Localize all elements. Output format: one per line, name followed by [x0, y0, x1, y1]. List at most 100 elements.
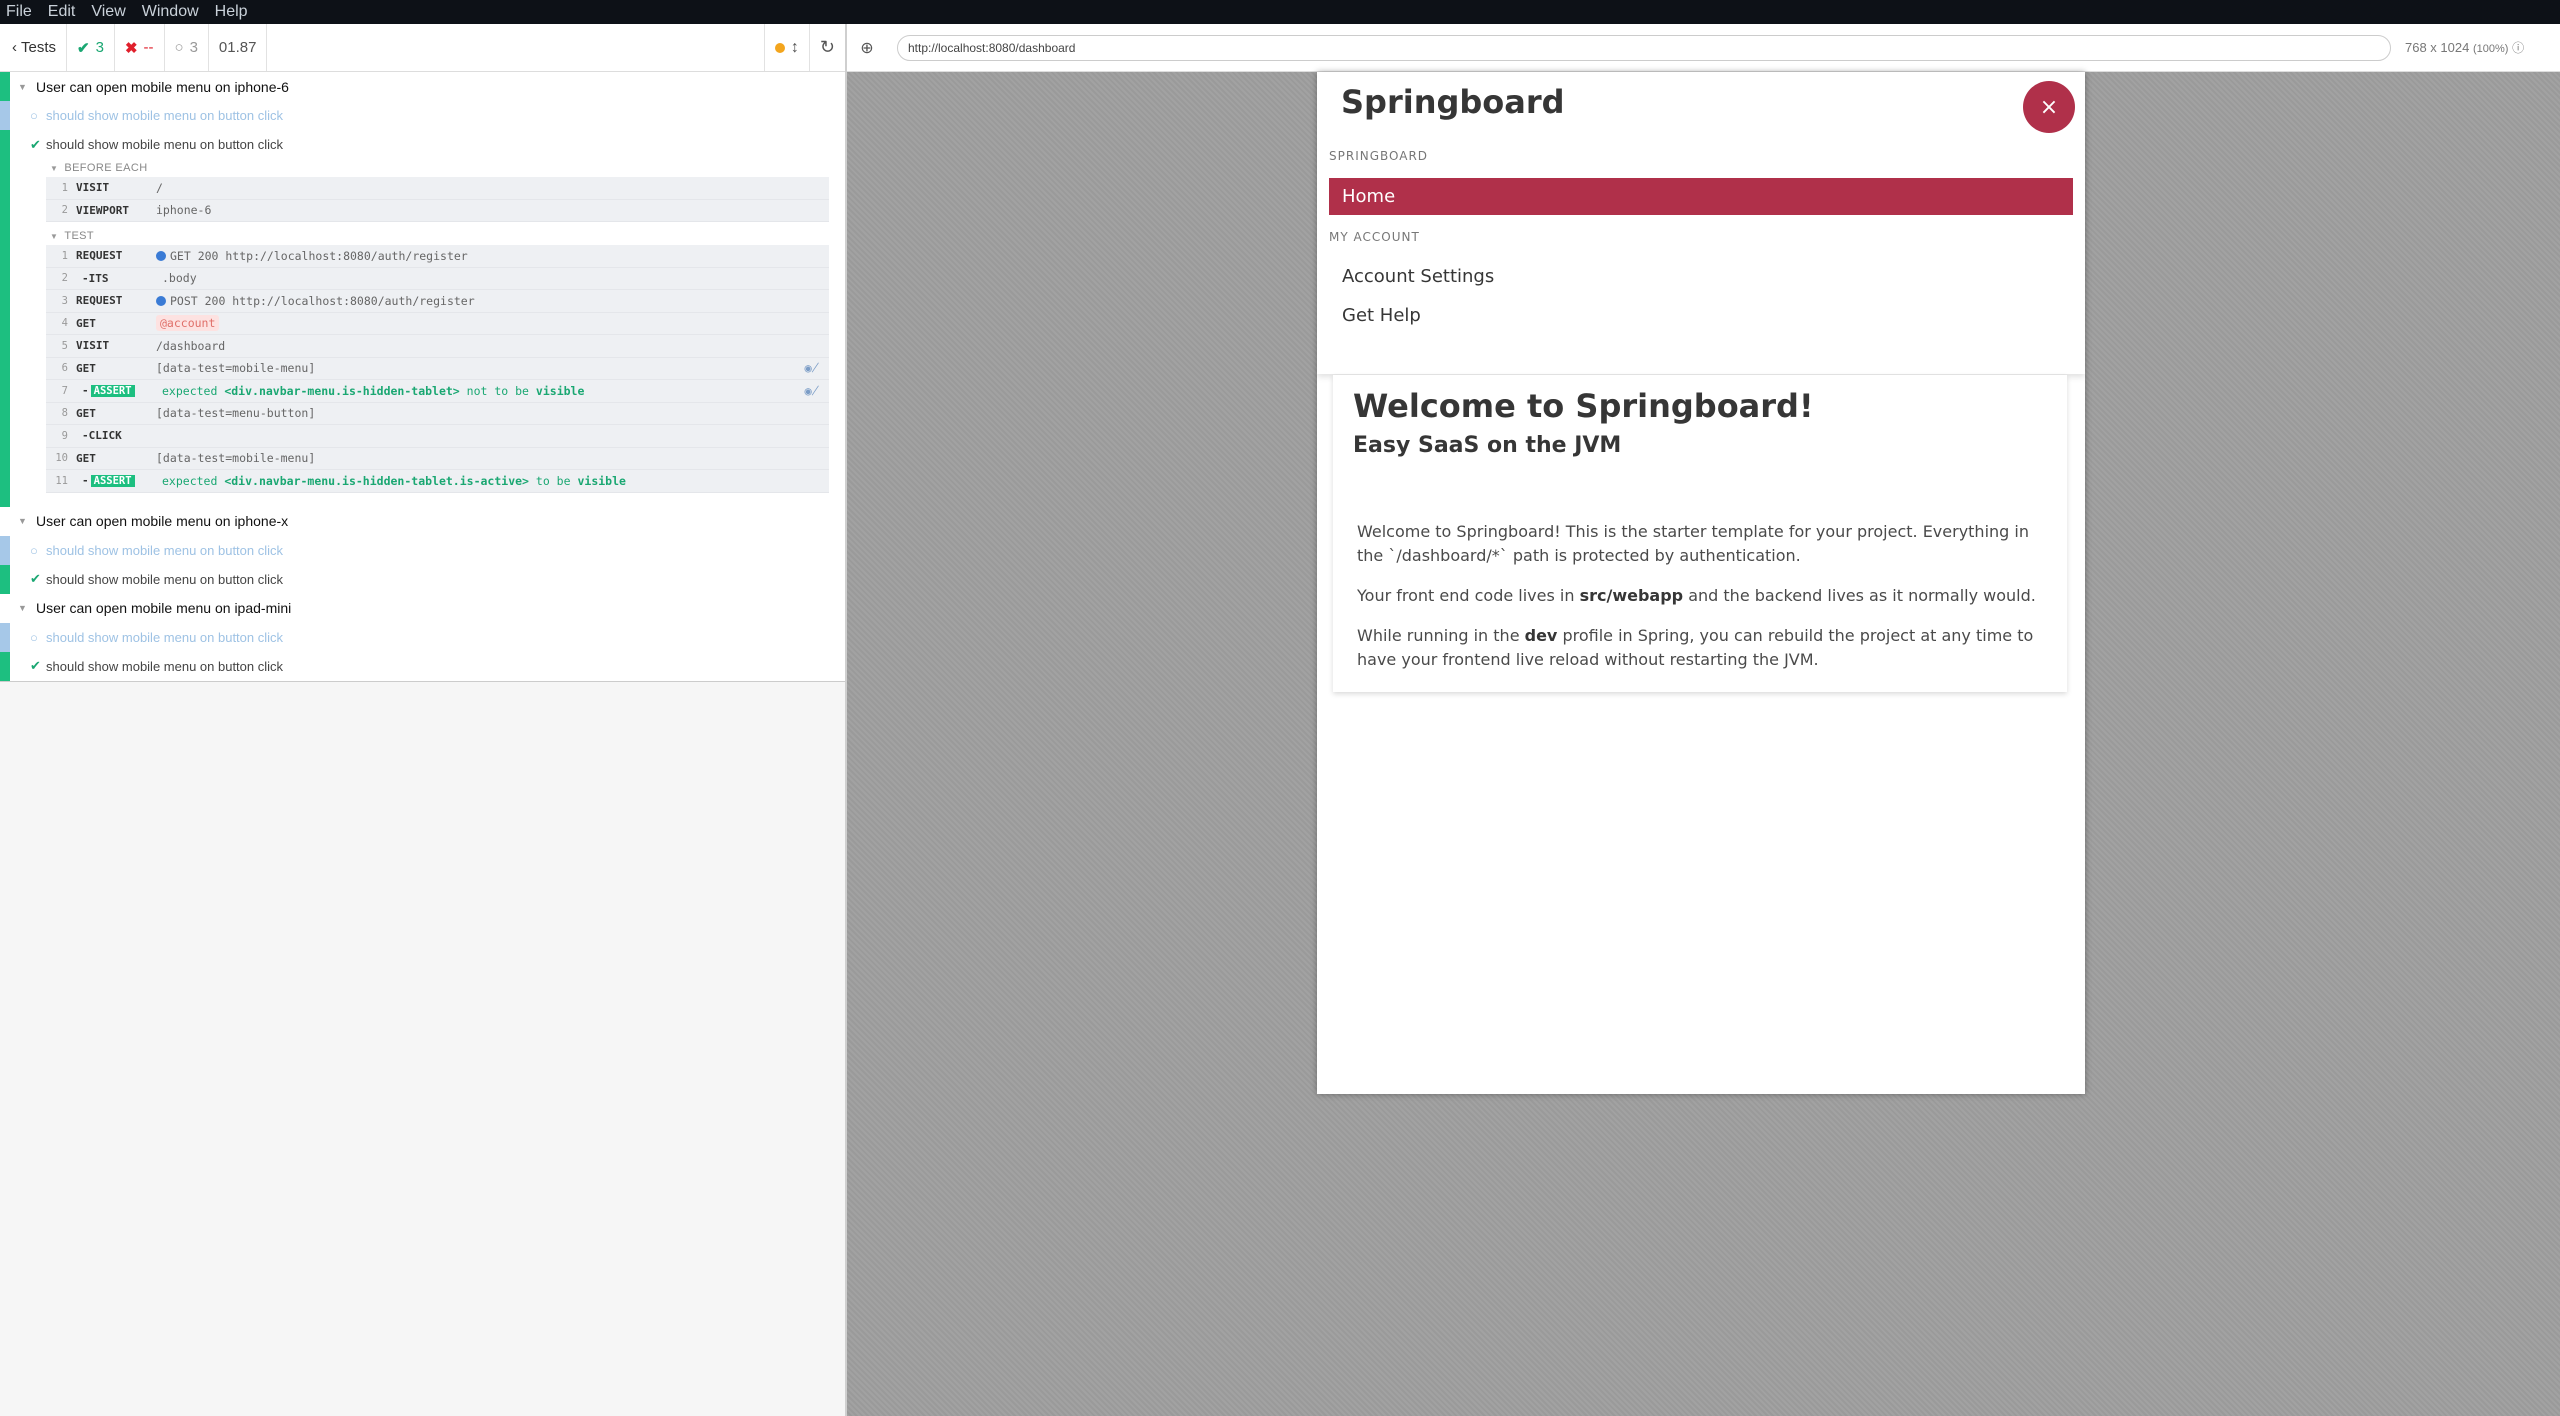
command-number: 2: [61, 272, 68, 285]
assert-expected: expected: [162, 473, 218, 488]
command-row[interactable]: 4 GET @account: [46, 313, 829, 335]
test-title: should show mobile menu on button click: [46, 137, 284, 152]
command-row[interactable]: 5 VISIT /dashboard: [46, 335, 829, 358]
command-number: 3: [61, 294, 68, 307]
command-row[interactable]: 1 VISIT /: [46, 177, 829, 200]
close-icon: ×: [2039, 94, 2059, 120]
assert-state: visible: [535, 383, 585, 398]
command-row[interactable]: 7 - ASSERT expected <div.navbar-menu.is-h…: [46, 380, 829, 403]
menu-item-get-help[interactable]: Get Help: [1342, 305, 1421, 326]
suite-row[interactable]: ▼ User can open mobile menu on iphone-6: [0, 72, 845, 101]
menu-help[interactable]: Help: [207, 3, 256, 21]
caret-down-icon: ▼: [18, 516, 27, 526]
check-icon: ✔: [30, 136, 41, 152]
menu-edit[interactable]: Edit: [40, 3, 84, 21]
suite-row[interactable]: ▼ User can open mobile menu on ipad-mini: [0, 594, 845, 623]
command-name: - ASSERT: [76, 474, 162, 488]
hook-before-each[interactable]: ▼ BEFORE EACH: [46, 159, 829, 177]
command-name: - ASSERT: [76, 384, 162, 398]
command-row[interactable]: 8 GET [data-test=menu-button]: [46, 403, 829, 425]
test-row-passed[interactable]: ✔ should show mobile menu on button clic…: [0, 651, 845, 681]
command-number: 11: [55, 474, 68, 487]
mobile-navbar: Springboard × SPRINGBOARD Home MY ACCOUN…: [1317, 72, 2085, 374]
menu-section-label: MY ACCOUNT: [1329, 230, 1420, 244]
menu-view[interactable]: View: [83, 3, 133, 21]
url-bar: ⊕ http://localhost:8080/dashboard 768 x …: [847, 24, 2560, 72]
assert-subject: <div.navbar-menu.is-hidden-tablet>: [224, 383, 460, 398]
command-row[interactable]: 10 GET [data-test=mobile-menu]: [46, 448, 829, 470]
command-number: 2: [61, 204, 68, 217]
menu-window[interactable]: Window: [134, 3, 207, 21]
test-row-passed[interactable]: ✔ should show mobile menu on button clic…: [0, 564, 845, 594]
caret-down-icon: ▼: [50, 231, 59, 241]
url-input[interactable]: http://localhost:8080/dashboard: [897, 34, 2391, 61]
suite-title: User can open mobile menu on iphone-x: [36, 513, 289, 529]
command-message: .body: [162, 271, 197, 286]
command-message: [data-test=mobile-menu]: [156, 361, 316, 376]
menu-file[interactable]: File: [0, 3, 40, 21]
text-run-bold: src/webapp: [1579, 586, 1684, 605]
test-row-passed[interactable]: ✔ should show mobile menu on button clic…: [0, 130, 845, 159]
viewport-scale: (100%): [2472, 43, 2509, 55]
command-row[interactable]: 3 REQUEST POST 200 http://localhost:8080…: [46, 290, 829, 313]
circle-icon: ○: [174, 39, 184, 56]
app-frame: Springboard × SPRINGBOARD Home MY ACCOUN…: [1317, 72, 2085, 1094]
test-title: should show mobile menu on button click: [46, 108, 284, 123]
command-row[interactable]: 6 GET [data-test=mobile-menu] ◉̸: [46, 358, 829, 380]
command-name: VISIT: [76, 339, 110, 353]
test-row-pending[interactable]: ○ should show mobile menu on button clic…: [0, 622, 845, 652]
text-run: While running in the: [1357, 626, 1525, 645]
command-row[interactable]: 9 -CLICK: [46, 425, 829, 448]
command-message: @account: [156, 315, 220, 332]
card-paragraph: Welcome to Springboard! This is the star…: [1357, 522, 2029, 565]
back-to-tests-button[interactable]: ‹ Tests: [0, 24, 68, 71]
viewport-size: 768 x 1024: [2405, 40, 2470, 55]
assert-badge: ASSERT: [90, 475, 135, 488]
command-row[interactable]: 2 -ITS .body: [46, 268, 829, 290]
menu-item-home[interactable]: Home: [1329, 178, 2073, 215]
test-row-pending[interactable]: ○ should show mobile menu on button clic…: [0, 535, 845, 565]
failed-count[interactable]: ✖ --: [115, 24, 165, 71]
assert-badge: ASSERT: [90, 385, 135, 398]
command-row[interactable]: 2 VIEWPORT iphone-6: [46, 200, 829, 222]
back-label: Tests: [21, 39, 57, 56]
menu-close-button[interactable]: ×: [2023, 81, 2075, 133]
crosshair-icon[interactable]: ⊕: [847, 38, 887, 58]
hook-test[interactable]: ▼ TEST: [46, 227, 829, 245]
test-reports: ▼ User can open mobile menu on iphone-6 …: [0, 72, 845, 682]
passed-count[interactable]: ✔ 3: [67, 24, 115, 71]
test-title: should show mobile menu on button click: [46, 542, 284, 558]
command-row[interactable]: 1 REQUEST GET 200 http://localhost:8080/…: [46, 245, 829, 268]
brand-title[interactable]: Springboard: [1341, 83, 1565, 121]
eye-slash-icon: ◉̸: [804, 361, 819, 376]
command-message: /: [156, 180, 163, 195]
suite-row[interactable]: ▼ User can open mobile menu on iphone-x: [0, 507, 845, 536]
command-name: VIEWPORT: [76, 203, 129, 217]
check-icon: ✔: [77, 39, 90, 57]
child-dash: -: [82, 384, 89, 398]
command-row[interactable]: 11 - ASSERT expected <div.navbar-menu.is-…: [46, 470, 829, 493]
rerun-button[interactable]: ↻: [808, 24, 845, 71]
pending-count[interactable]: ○ 3: [165, 24, 209, 71]
before-each-commands: 1 VISIT / 2 VIEWPORT iphone-6: [46, 177, 829, 222]
command-name: REQUEST: [76, 249, 123, 263]
test-title: should show mobile menu on button click: [46, 629, 284, 645]
command-log-panel: ‹ Tests ✔ 3 ✖ -- ○ 3 01.87 ↕ ↻ ▼ User ca…: [0, 24, 847, 1416]
auto-scroll-toggle[interactable]: ↕: [763, 24, 809, 71]
command-number: 1: [61, 181, 68, 194]
menu-item-account-settings[interactable]: Account Settings: [1342, 266, 1494, 287]
hook-label: TEST: [64, 230, 95, 242]
refresh-icon: ↻: [819, 37, 835, 57]
command-name: REQUEST: [76, 294, 123, 308]
test-commands: 1 REQUEST GET 200 http://localhost:8080/…: [46, 245, 829, 493]
command-message: [data-test=menu-button]: [156, 406, 316, 421]
app-preview-panel: ⊕ http://localhost:8080/dashboard 768 x …: [847, 24, 2560, 1416]
pending-value: 3: [189, 39, 198, 56]
info-icon[interactable]: ⓘ: [2512, 41, 2524, 55]
status-dot-icon: [774, 42, 785, 53]
passed-value: 3: [95, 39, 104, 56]
test-row-pending[interactable]: ○ should show mobile menu on button clic…: [0, 101, 845, 130]
test-state-bar: [0, 130, 10, 159]
pending-circle-icon: ○: [30, 108, 38, 123]
request-text: POST 200 http://localhost:8080/auth/regi…: [170, 293, 475, 308]
